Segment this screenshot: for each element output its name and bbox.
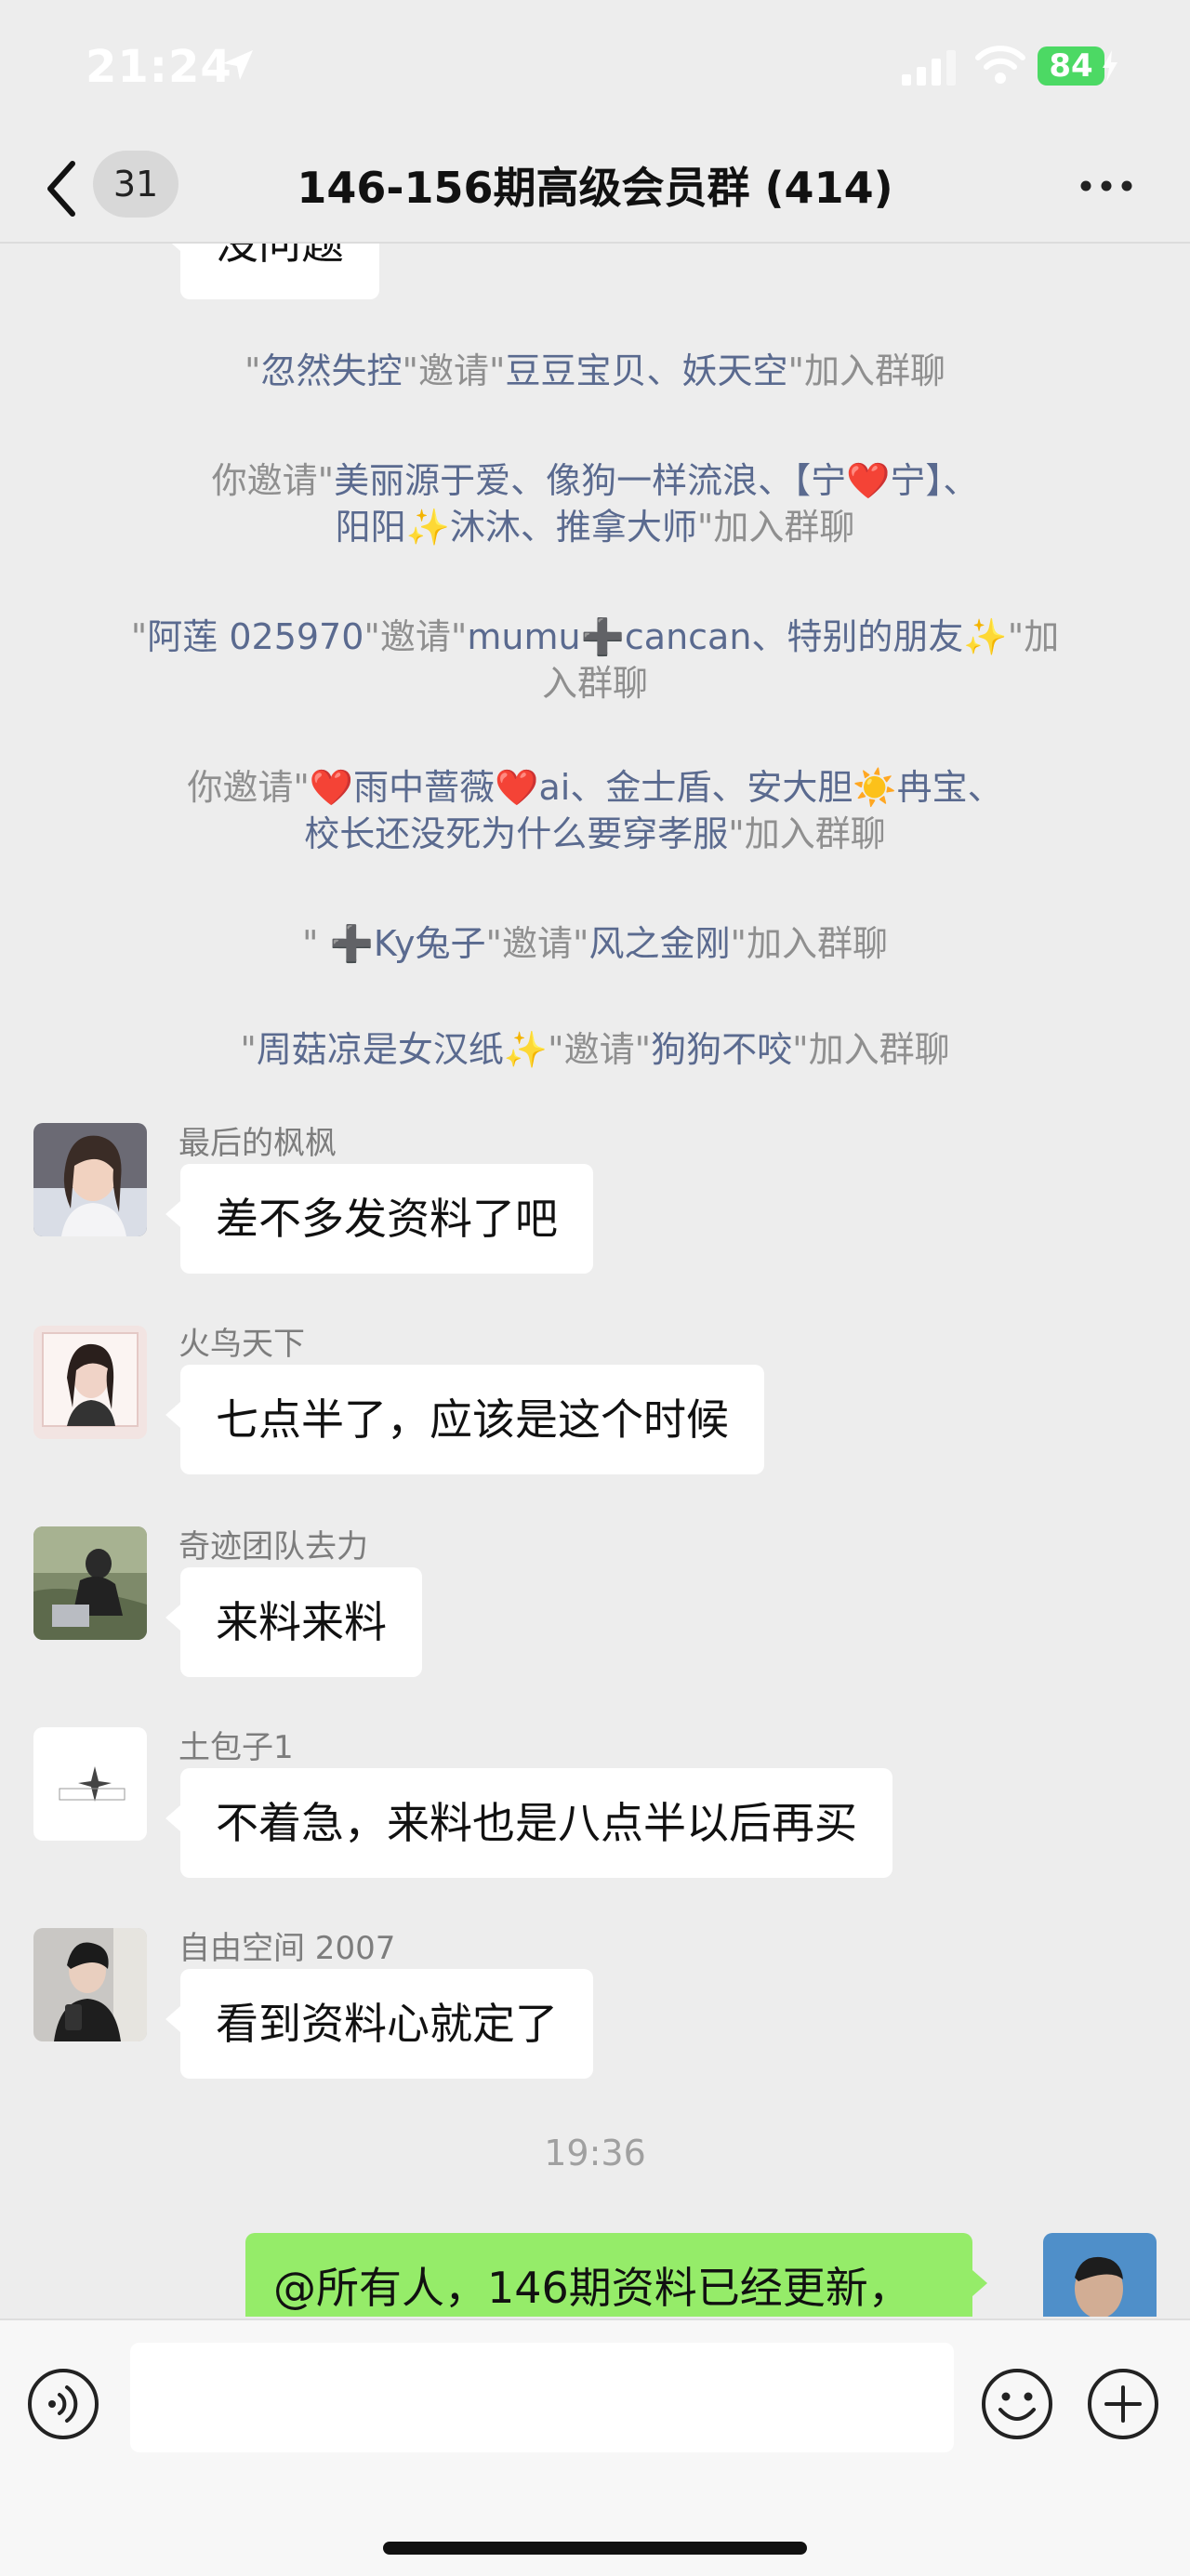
my-message-bubble[interactable]: @所有人，146期资料已经更新， xyxy=(245,2233,987,2317)
user-link[interactable]: ➕Ky兔子 xyxy=(330,923,486,964)
more-options-icon[interactable] xyxy=(1078,169,1134,203)
message-text: 看到资料心就定了 xyxy=(216,1999,558,2049)
message-bubble[interactable]: 看到资料心就定了 xyxy=(165,1969,593,2079)
chat-header: 31 146-156期高级会员群 (414) xyxy=(0,139,1190,244)
message-bubble[interactable]: 来料来料 xyxy=(165,1567,422,1677)
user-link[interactable]: 周菇凉是女汉纸✨ xyxy=(257,1029,548,1070)
user-link[interactable]: 阳阳✨沐沐、推拿大师 xyxy=(336,507,697,548)
system-message: 你邀请"美丽源于爱、像狗一样流浪、【宁❤️宁】、 阳阳✨沐沐、推拿大师"加入群聊 xyxy=(211,460,979,548)
system-message: "阿莲 025970"邀请"mumu➕cancan、特别的朋友✨"加 入群聊 xyxy=(130,616,1060,704)
message-text: 来料来料 xyxy=(216,1597,387,1647)
plus-icon[interactable] xyxy=(1086,2367,1160,2441)
system-message: 你邀请"❤️雨中蔷薇❤️ai、金士盾、安大胆☀️冉宝、 校长还没死为什么要穿孝服… xyxy=(187,767,1003,854)
message-bubble[interactable]: 七点半了，应该是这个时候 xyxy=(165,1365,764,1474)
system-message: " ➕Ky兔子"邀请"风之金刚"加入群聊 xyxy=(302,923,888,964)
system-message: "周菇凉是女汉纸✨"邀请"狗狗不咬"加入群聊 xyxy=(240,1029,950,1070)
user-link[interactable]: 豆豆宝贝、妖天空 xyxy=(505,350,787,391)
avatar[interactable] xyxy=(33,1326,147,1439)
user-link[interactable]: 阿莲 025970 xyxy=(147,616,364,657)
message-text: @所有人，146期资料已经更新， xyxy=(273,2263,911,2313)
signal-icon xyxy=(902,50,956,86)
sender-name: 最后的枫枫 xyxy=(178,1125,337,1162)
message-text: 差不多发资料了吧 xyxy=(216,1194,558,1244)
user-link[interactable]: 狗狗不咬 xyxy=(651,1029,792,1070)
user-link[interactable]: 忽然失控 xyxy=(261,350,403,391)
home-indicator xyxy=(383,2542,807,2555)
time-separator: 19:36 xyxy=(544,2133,646,2173)
user-link[interactable]: 校长还没死为什么要穿孝服 xyxy=(304,813,728,854)
user-link[interactable]: ❤️雨中蔷薇❤️ai、金士盾、安大胆☀️冉宝、 xyxy=(310,767,1003,808)
avatar[interactable] xyxy=(33,1727,147,1841)
sender-name: 土包子1 xyxy=(178,1729,294,1766)
chat-scroll-area[interactable]: 没问题 "忽然失控"邀请"豆豆宝贝、妖天空"加入群聊 你邀请"美丽源于爱、像狗一… xyxy=(0,244,1190,2317)
group-title: 146-156期高级会员群 (414) xyxy=(297,163,893,213)
status-time: 21:24 xyxy=(86,41,232,93)
message-input[interactable] xyxy=(130,2343,954,2452)
avatar[interactable] xyxy=(33,1928,147,2041)
user-link[interactable]: mumu➕cancan、特别的朋友✨ xyxy=(467,616,1007,657)
message-bubble[interactable]: 不着急，来料也是八点半以后再买 xyxy=(165,1768,892,1878)
emoji-icon[interactable] xyxy=(980,2367,1054,2441)
message-bubble[interactable]: 没问题 xyxy=(165,244,379,299)
user-link[interactable]: 风之金刚 xyxy=(589,923,731,964)
battery-indicator: 84 xyxy=(1038,46,1104,86)
my-avatar[interactable] xyxy=(1043,2233,1157,2317)
user-link[interactable]: 美丽源于爱、像狗一样流浪、【宁❤️宁】、 xyxy=(334,460,978,501)
wifi-icon xyxy=(975,46,1025,84)
location-arrow-icon xyxy=(223,50,253,80)
input-toolbar xyxy=(0,2318,1190,2576)
sender-name: 奇迹团队去力 xyxy=(178,1528,368,1565)
charging-bolt-icon xyxy=(1103,50,1117,82)
sender-name: 自由空间 2007 xyxy=(178,1930,396,1967)
system-message: "忽然失控"邀请"豆豆宝贝、妖天空"加入群聊 xyxy=(245,350,945,391)
voice-input-icon[interactable] xyxy=(26,2367,100,2441)
message-bubble[interactable]: 差不多发资料了吧 xyxy=(165,1164,593,1274)
avatar[interactable] xyxy=(33,1526,147,1640)
sender-name: 火鸟天下 xyxy=(178,1326,305,1363)
message-text: 没问题 xyxy=(216,244,344,269)
message-text: 七点半了，应该是这个时候 xyxy=(216,1394,729,1445)
status-bar: 21:24 84 xyxy=(0,0,1190,139)
avatar[interactable] xyxy=(33,1123,147,1236)
message-text: 不着急，来料也是八点半以后再买 xyxy=(216,1798,857,1848)
